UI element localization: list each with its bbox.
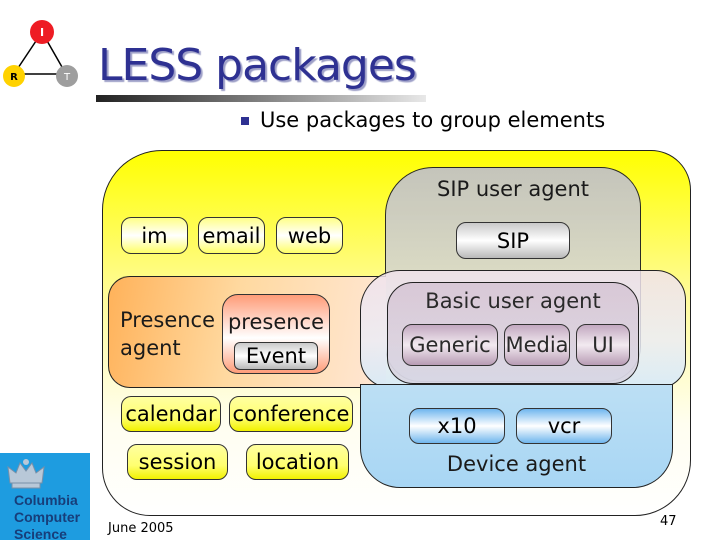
package-conference[interactable]: conference <box>229 396 353 432</box>
institution-line-2: Computer <box>14 509 81 525</box>
bullet-icon <box>241 117 249 125</box>
presence-agent-label-line1: Presence <box>120 308 216 332</box>
package-vcr[interactable]: vcr <box>516 408 612 444</box>
package-generic[interactable]: Generic <box>402 324 498 366</box>
institution-name: Columbia Computer Science <box>14 492 80 543</box>
sip-user-agent-label: SIP user agent <box>436 177 589 201</box>
device-agent-label: Device agent <box>446 452 587 476</box>
package-sip[interactable]: SIP <box>456 222 570 259</box>
title-underline <box>96 95 426 102</box>
package-calendar[interactable]: calendar <box>121 396 221 432</box>
package-web[interactable]: web <box>276 217 343 254</box>
logo-letter-r: R <box>10 72 18 83</box>
presence-package-label: presence <box>227 310 325 334</box>
crown-icon <box>7 459 45 489</box>
institution-line-3: Science <box>14 526 67 542</box>
page-number: 47 <box>660 514 677 529</box>
package-x10[interactable]: x10 <box>409 408 505 444</box>
footer-date: June 2005 <box>108 521 174 536</box>
presence-agent-label-line2: agent <box>120 336 181 360</box>
package-event[interactable]: Event <box>234 342 318 370</box>
bullet-text: Use packages to group elements <box>260 108 606 132</box>
institution-line-1: Columbia <box>14 492 78 508</box>
logo-letter-t: T <box>63 72 71 83</box>
package-media[interactable]: Media <box>504 324 570 366</box>
package-location[interactable]: location <box>246 444 349 480</box>
basic-user-agent-label: Basic user agent <box>425 289 601 313</box>
irt-logo: I R T <box>3 20 78 87</box>
package-im[interactable]: im <box>121 217 188 254</box>
package-email[interactable]: email <box>198 217 265 254</box>
slide-title: LESS packages <box>98 40 417 91</box>
logo-letter-i: I <box>40 26 44 39</box>
package-ui[interactable]: UI <box>576 324 630 366</box>
package-session[interactable]: session <box>127 444 228 480</box>
